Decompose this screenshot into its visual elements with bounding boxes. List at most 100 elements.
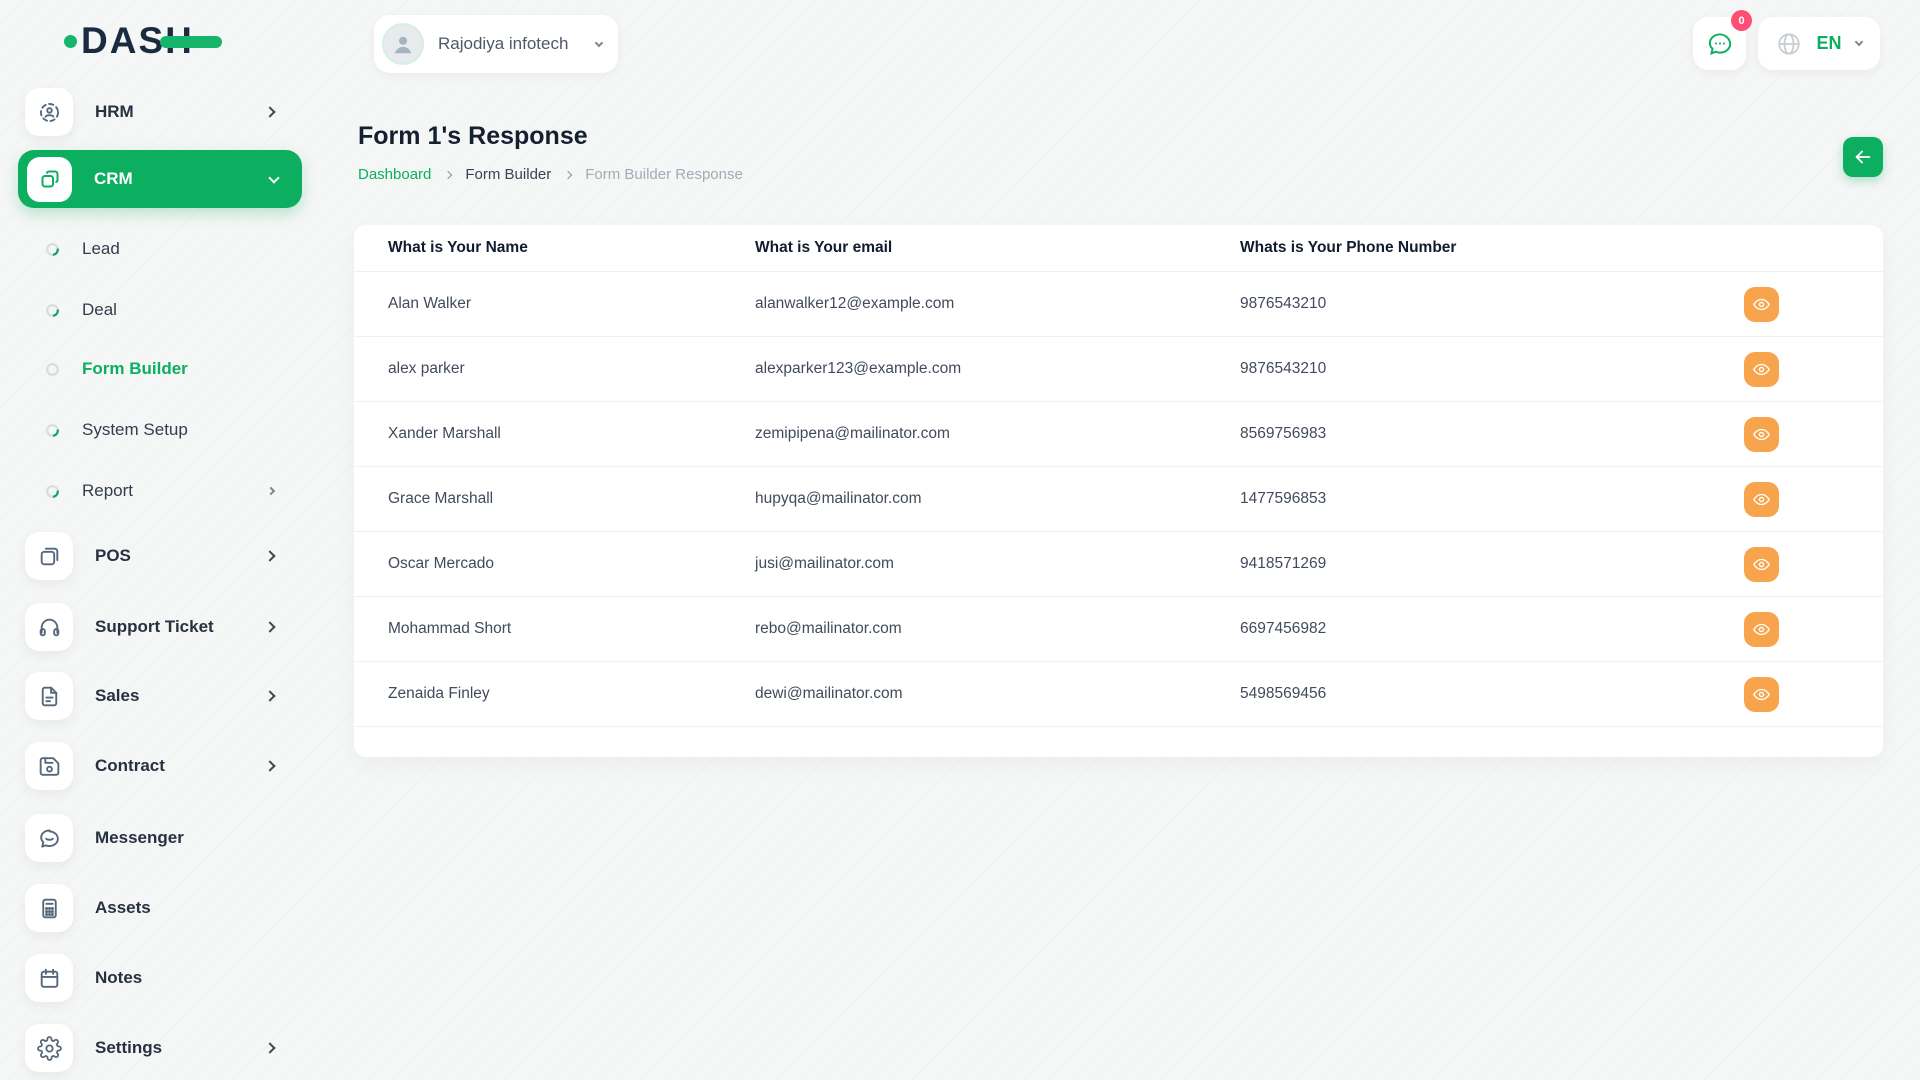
cell-name: alex parker bbox=[354, 360, 755, 378]
view-response-button[interactable] bbox=[1744, 287, 1779, 322]
chevron-right-icon bbox=[264, 106, 275, 117]
chevron-right-icon bbox=[264, 1042, 275, 1053]
cell-name: Mohammad Short bbox=[354, 620, 755, 638]
app-logo: DASH bbox=[64, 16, 244, 64]
sidebar-item-system-setup[interactable]: System Setup bbox=[0, 410, 300, 450]
table-row: Alan Walker alanwalker12@example.com 987… bbox=[354, 272, 1883, 337]
table-row: Grace Marshall hupyqa@mailinator.com 147… bbox=[354, 467, 1883, 532]
chevron-right-icon bbox=[564, 171, 572, 179]
sidebar-item-assets[interactable]: Assets bbox=[0, 884, 300, 932]
language-selector[interactable]: EN bbox=[1758, 17, 1880, 70]
view-response-button[interactable] bbox=[1744, 612, 1779, 647]
table-row: Oscar Mercado jusi@mailinator.com 941857… bbox=[354, 532, 1883, 597]
table-row: Xander Marshall zemipipena@mailinator.co… bbox=[354, 402, 1883, 467]
logo-dot-icon bbox=[64, 35, 77, 48]
sidebar-item-messenger[interactable]: Messenger bbox=[0, 814, 300, 862]
table-header-row: What is Your Name What is Your email Wha… bbox=[354, 225, 1883, 272]
company-avatar bbox=[382, 23, 424, 65]
chevron-down-icon bbox=[1855, 38, 1863, 46]
sidebar-item-pos[interactable]: POS bbox=[0, 532, 300, 580]
sidebar-item-crm[interactable]: CRM bbox=[18, 150, 302, 208]
breadcrumb-form-builder[interactable]: Form Builder bbox=[465, 166, 551, 183]
chevron-right-icon bbox=[444, 171, 452, 179]
sidebar-item-hrm[interactable]: HRM bbox=[0, 88, 300, 136]
table-row: alex parker alexparker123@example.com 98… bbox=[354, 337, 1883, 402]
cell-name: Grace Marshall bbox=[354, 490, 755, 508]
crm-squares-icon bbox=[27, 157, 72, 202]
notification-badge: 0 bbox=[1731, 10, 1752, 31]
column-header-email: What is Your email bbox=[755, 239, 1240, 257]
view-response-button[interactable] bbox=[1744, 482, 1779, 517]
cell-email: hupyqa@mailinator.com bbox=[755, 490, 1240, 508]
cell-email: zemipipena@mailinator.com bbox=[755, 425, 1240, 443]
chevron-right-icon bbox=[264, 690, 275, 701]
floppy-disk-icon bbox=[25, 742, 73, 790]
cell-email: rebo@mailinator.com bbox=[755, 620, 1240, 638]
breadcrumb-current: Form Builder Response bbox=[585, 166, 743, 183]
cell-phone: 9418571269 bbox=[1240, 555, 1744, 573]
chevron-right-icon bbox=[264, 760, 275, 771]
cell-phone: 6697456982 bbox=[1240, 620, 1744, 638]
company-selector[interactable]: Rajodiya infotech bbox=[374, 15, 618, 73]
cell-phone: 1477596853 bbox=[1240, 490, 1744, 508]
bullet-icon bbox=[46, 424, 59, 437]
cell-phone: 9876543210 bbox=[1240, 295, 1744, 313]
cell-phone: 8569756983 bbox=[1240, 425, 1744, 443]
column-header-phone: Whats is Your Phone Number bbox=[1240, 239, 1744, 257]
sidebar-item-deal[interactable]: Deal bbox=[0, 290, 300, 330]
view-response-button[interactable] bbox=[1744, 417, 1779, 452]
breadcrumb-dashboard[interactable]: Dashboard bbox=[358, 166, 431, 183]
headset-icon bbox=[25, 603, 73, 651]
bullet-icon bbox=[46, 243, 59, 256]
cell-name: Xander Marshall bbox=[354, 425, 755, 443]
sidebar-item-contract[interactable]: Contract bbox=[0, 742, 300, 790]
eye-icon bbox=[1752, 555, 1771, 574]
company-name: Rajodiya infotech bbox=[438, 34, 596, 54]
bullet-icon bbox=[46, 485, 59, 498]
eye-icon bbox=[1752, 490, 1771, 509]
sidebar-item-lead[interactable]: Lead bbox=[0, 229, 300, 269]
calendar-icon bbox=[25, 954, 73, 1002]
globe-icon bbox=[1776, 31, 1802, 57]
table-row: Zenaida Finley dewi@mailinator.com 54985… bbox=[354, 662, 1883, 727]
cell-name: Oscar Mercado bbox=[354, 555, 755, 573]
cell-phone: 5498569456 bbox=[1240, 685, 1744, 703]
cell-name: Alan Walker bbox=[354, 295, 755, 313]
chevron-down-icon bbox=[595, 38, 603, 46]
chevron-right-icon bbox=[264, 621, 275, 632]
table-row: Mohammad Short rebo@mailinator.com 66974… bbox=[354, 597, 1883, 662]
chevron-right-icon bbox=[267, 487, 275, 495]
chevron-right-icon bbox=[264, 550, 275, 561]
language-code: EN bbox=[1816, 33, 1841, 54]
cell-email: alexparker123@example.com bbox=[755, 360, 1240, 378]
table-body: Alan Walker alanwalker12@example.com 987… bbox=[354, 272, 1883, 727]
eye-icon bbox=[1752, 685, 1771, 704]
sidebar-item-form-builder[interactable]: Form Builder bbox=[0, 349, 300, 389]
cell-phone: 9876543210 bbox=[1240, 360, 1744, 378]
calculator-icon bbox=[25, 884, 73, 932]
sidebar-item-sales[interactable]: Sales bbox=[0, 672, 300, 720]
messenger-button[interactable]: 0 bbox=[1693, 17, 1746, 70]
responses-table-card: What is Your Name What is Your email Wha… bbox=[354, 225, 1883, 757]
back-button[interactable] bbox=[1843, 137, 1883, 177]
page-title: Form 1's Response bbox=[358, 122, 588, 151]
chat-bubble-icon bbox=[1706, 30, 1734, 58]
eye-icon bbox=[1752, 425, 1771, 444]
logo-dash-icon bbox=[160, 36, 222, 48]
sidebar-item-settings[interactable]: Settings bbox=[0, 1024, 300, 1072]
breadcrumb: Dashboard Form Builder Form Builder Resp… bbox=[358, 166, 743, 183]
chevron-down-icon bbox=[268, 172, 279, 183]
document-icon bbox=[25, 672, 73, 720]
eye-icon bbox=[1752, 620, 1771, 639]
bullet-icon bbox=[46, 304, 59, 317]
sidebar-item-report[interactable]: Report bbox=[0, 471, 300, 511]
view-response-button[interactable] bbox=[1744, 677, 1779, 712]
view-response-button[interactable] bbox=[1744, 547, 1779, 582]
sidebar-item-notes[interactable]: Notes bbox=[0, 954, 300, 1002]
cell-email: dewi@mailinator.com bbox=[755, 685, 1240, 703]
sidebar-item-support-ticket[interactable]: Support Ticket bbox=[0, 603, 300, 651]
view-response-button[interactable] bbox=[1744, 352, 1779, 387]
cell-email: alanwalker12@example.com bbox=[755, 295, 1240, 313]
eye-icon bbox=[1752, 360, 1771, 379]
person-icon bbox=[390, 31, 416, 57]
